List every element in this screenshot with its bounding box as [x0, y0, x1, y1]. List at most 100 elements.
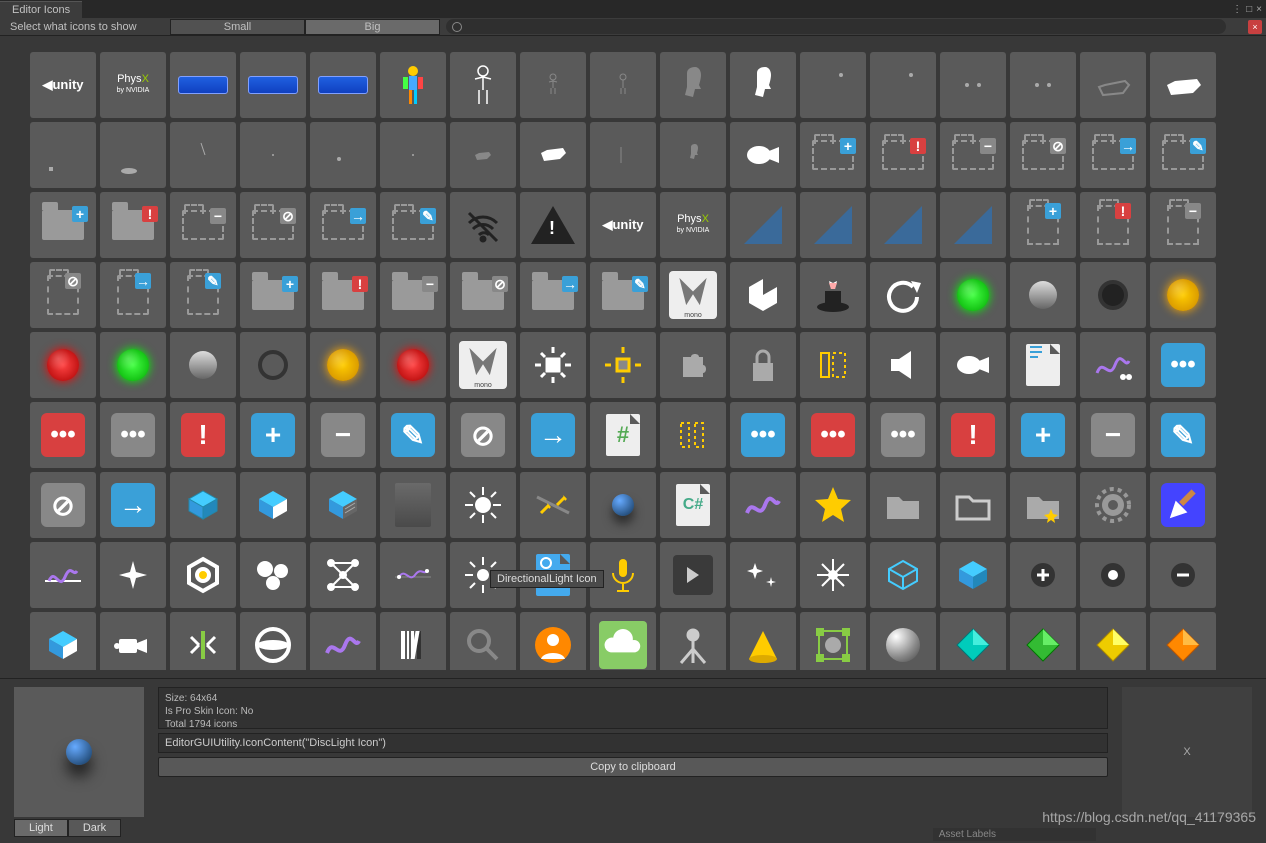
green-sphere-icon[interactable] — [100, 332, 166, 398]
camera-white-icon[interactable] — [940, 332, 1006, 398]
folder-solid-minus-icon[interactable]: − — [380, 262, 446, 328]
folder-cancel-icon[interactable]: ⊘ — [1010, 122, 1076, 188]
camera-white-icon[interactable] — [730, 122, 796, 188]
flare-icon[interactable] — [800, 542, 866, 608]
network-icon[interactable] — [310, 542, 376, 608]
copy-button[interactable]: Copy to clipboard — [158, 757, 1108, 777]
record-circle-icon[interactable] — [1080, 542, 1146, 608]
hand-white-icon[interactable] — [1150, 52, 1216, 118]
warn-red-icon[interactable]: ! — [170, 402, 236, 468]
cloud-green-icon[interactable] — [590, 612, 656, 670]
folder-star-icon[interactable] — [1010, 472, 1076, 538]
hand-outline-icon[interactable] — [1080, 52, 1146, 118]
avatar-outline-icon[interactable] — [450, 52, 516, 118]
rect-gray-icon[interactable] — [380, 472, 446, 538]
doc-arrow-icon[interactable]: → — [100, 262, 166, 328]
folder-solid-plus-icon[interactable]: + — [240, 262, 306, 328]
dot-icon[interactable] — [380, 122, 446, 188]
diamond-orange-icon[interactable] — [1150, 612, 1216, 670]
folder-solid-arrow-icon[interactable]: → — [520, 262, 586, 328]
dot-icon[interactable] — [240, 122, 306, 188]
unity-icon[interactable]: ◀unity — [590, 192, 656, 258]
hexagon-icon[interactable] — [170, 542, 236, 608]
maximize-icon[interactable]: □ — [1246, 4, 1252, 15]
disc-icon[interactable] — [1010, 262, 1076, 328]
green-sphere-icon[interactable] — [940, 262, 1006, 328]
star-yellow-icon[interactable] — [800, 472, 866, 538]
bluebar-icon[interactable] — [170, 52, 236, 118]
edit-blue-icon[interactable]: ✎ — [380, 402, 446, 468]
curve-people-icon[interactable] — [1080, 332, 1146, 398]
cube-blue-icon[interactable] — [170, 472, 236, 538]
curve-dots-icon[interactable] — [380, 542, 446, 608]
hash-doc-icon[interactable]: # — [590, 402, 656, 468]
folder-outline-icon[interactable] — [940, 472, 1006, 538]
more-red-icon[interactable]: ••• — [30, 402, 96, 468]
folder-dash-arrow-icon[interactable]: → — [310, 192, 376, 258]
cone-yellow-icon[interactable] — [730, 612, 796, 670]
bluebar-icon[interactable] — [310, 52, 376, 118]
play-dark-icon[interactable] — [660, 542, 726, 608]
ring-dark-icon[interactable] — [1080, 262, 1146, 328]
columns-yellow-icon[interactable] — [660, 402, 726, 468]
small-mark-icon[interactable] — [100, 122, 166, 188]
folder-dash-edit-icon[interactable]: ✎ — [380, 192, 446, 258]
reflect-arrows-icon[interactable] — [520, 472, 586, 538]
sun-yellow-icon[interactable] — [590, 332, 656, 398]
circle-ring-icon[interactable] — [240, 612, 306, 670]
sun-white-icon[interactable] — [520, 332, 586, 398]
dot-icon[interactable] — [800, 52, 866, 118]
stroke-icon[interactable] — [170, 122, 236, 188]
triangle-icon[interactable] — [940, 192, 1006, 258]
more-gray-icon[interactable]: ••• — [870, 402, 936, 468]
folder-edit-icon[interactable]: ✎ — [1150, 122, 1216, 188]
head-silhouette-icon[interactable] — [660, 52, 726, 118]
theme-dark-button[interactable]: Dark — [68, 819, 121, 837]
magic-hat-icon[interactable] — [800, 262, 866, 328]
diamond-yellow-icon[interactable] — [1080, 612, 1146, 670]
wifi-off-icon[interactable] — [450, 192, 516, 258]
red-sphere-icon[interactable] — [380, 332, 446, 398]
window-tab[interactable]: Editor Icons — [0, 1, 82, 18]
tripod-icon[interactable] — [660, 612, 726, 670]
code-line[interactable]: EditorGUIUtility.IconContent("DiscLight … — [158, 733, 1108, 753]
hand-small-icon[interactable] — [450, 122, 516, 188]
curve-purple-icon[interactable] — [310, 612, 376, 670]
plus-blue-icon[interactable]: + — [240, 402, 306, 468]
triangle-icon[interactable] — [870, 192, 936, 258]
edit-blue-icon[interactable]: ✎ — [1150, 402, 1216, 468]
triangle-icon[interactable] — [730, 192, 796, 258]
arrow-blue-icon[interactable]: → — [100, 472, 166, 538]
folder-arrow-icon[interactable]: → — [1080, 122, 1146, 188]
line-icon[interactable] — [590, 122, 656, 188]
doc-plus-icon[interactable]: + — [1010, 192, 1076, 258]
more-gray-icon[interactable]: ••• — [100, 402, 166, 468]
bounds-green-icon[interactable] — [800, 612, 866, 670]
small-mark-icon[interactable] — [30, 122, 96, 188]
minus-gray-icon[interactable]: − — [1080, 402, 1146, 468]
sphere-gray-icon[interactable] — [870, 612, 936, 670]
dot-icon[interactable] — [870, 52, 936, 118]
folder-solid-plus-icon[interactable]: + — [30, 192, 96, 258]
cancel-gray-icon[interactable]: ⊘ — [450, 402, 516, 468]
menu-icon[interactable]: ⋮ — [1232, 4, 1242, 15]
triangle-icon[interactable] — [800, 192, 866, 258]
diamond-teal-icon[interactable] — [940, 612, 1006, 670]
folder-solid-cancel-icon[interactable]: ⊘ — [450, 262, 516, 328]
cube-outline-icon[interactable] — [870, 542, 936, 608]
refresh-icon[interactable] — [870, 262, 936, 328]
avatar-small-icon[interactable] — [520, 52, 586, 118]
curve-purple-icon[interactable] — [730, 472, 796, 538]
dots-icon[interactable] — [1010, 52, 1076, 118]
bluebar-icon[interactable] — [240, 52, 306, 118]
warn-red-icon[interactable]: ! — [940, 402, 1006, 468]
search-icon[interactable] — [450, 612, 516, 670]
warning-triangle-icon[interactable] — [520, 192, 586, 258]
minus-gray-icon[interactable]: − — [310, 402, 376, 468]
unity-cube-icon[interactable] — [730, 262, 796, 328]
doc-edit-icon[interactable]: ✎ — [170, 262, 236, 328]
diamond-green-icon[interactable] — [1010, 612, 1076, 670]
avatar-small-icon[interactable] — [590, 52, 656, 118]
sparkles-icon[interactable] — [730, 542, 796, 608]
remove-circle-icon[interactable] — [1150, 542, 1216, 608]
